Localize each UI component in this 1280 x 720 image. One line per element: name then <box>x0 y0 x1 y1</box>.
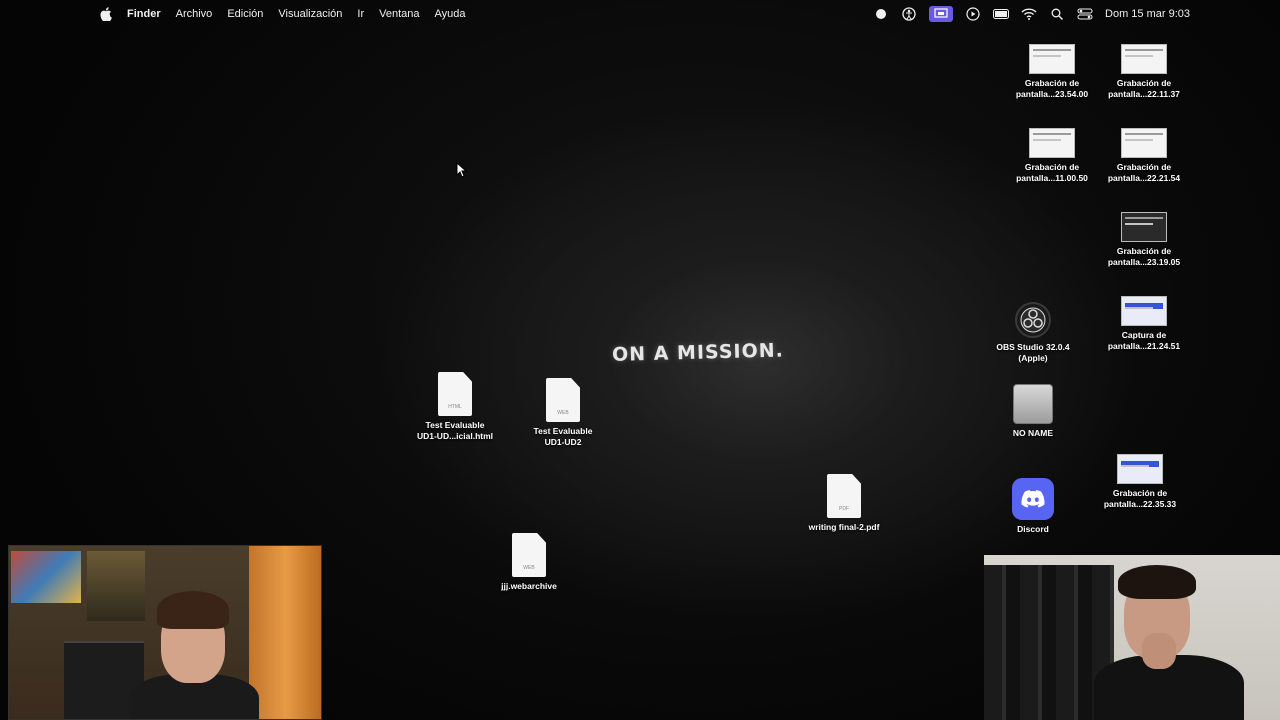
webcam-overlay-left <box>8 545 322 720</box>
menu-archivo[interactable]: Archivo <box>176 8 213 20</box>
accessibility-icon[interactable] <box>901 6 917 21</box>
web-document-icon: WEB <box>546 378 580 422</box>
desktop-file-screenshot-1[interactable]: Grabación de pantalla...23.54.00 <box>1002 44 1102 100</box>
wallpaper-text: ON A MISSION. <box>611 339 785 366</box>
desktop-app-discord[interactable]: Discord <box>983 478 1083 535</box>
web-document-icon: WEB <box>512 533 546 577</box>
screen-recording-thumbnail <box>1029 128 1075 158</box>
menu-ir[interactable]: Ir <box>357 8 364 20</box>
menu-visualizacion[interactable]: Visualización <box>278 8 342 20</box>
search-icon[interactable] <box>1049 7 1065 21</box>
screenshot-thumbnail <box>1121 296 1167 326</box>
play-icon[interactable] <box>965 6 981 21</box>
screen-recording-thumbnail <box>1121 128 1167 158</box>
screen-recording-thumbnail <box>1117 454 1163 484</box>
menu-bar: Finder Archivo Edición Visualización Ir … <box>0 0 1280 27</box>
desktop-app-obs-studio[interactable]: OBS Studio 32.0.4 (Apple) <box>983 302 1083 364</box>
person-hair <box>157 591 229 629</box>
wifi-icon[interactable] <box>1021 7 1037 21</box>
control-center-icon[interactable] <box>1077 7 1093 21</box>
desktop-file-test-html[interactable]: HTML Test Evaluable UD1-UD...icial.html <box>405 372 505 442</box>
desktop-file-jjj-webarchive[interactable]: WEB jjj.webarchive <box>479 533 579 592</box>
obs-studio-icon <box>1015 302 1051 338</box>
desktop-file-screenshot-3[interactable]: Grabación de pantalla...11.00.50 <box>1002 128 1102 184</box>
screen-recording-thumbnail <box>1029 44 1075 74</box>
person-hair <box>1118 565 1196 599</box>
desktop-file-screenshot-4[interactable]: Grabación de pantalla...22.21.54 <box>1094 128 1194 184</box>
apple-menu-icon[interactable] <box>100 6 112 21</box>
desktop-drive-no-name[interactable]: NO NAME <box>983 384 1083 439</box>
external-drive-icon <box>1013 384 1053 424</box>
pdf-document-icon: PDF <box>827 474 861 518</box>
screen-mirroring-icon[interactable] <box>929 5 954 22</box>
desktop-file-writing-pdf[interactable]: PDF writing final-2.pdf <box>794 474 894 533</box>
screen-recording-thumbnail <box>1121 44 1167 74</box>
poster <box>87 551 145 621</box>
screen-recording-thumbnail <box>1121 212 1167 242</box>
webcam-overlay-right <box>984 555 1280 720</box>
discord-icon <box>1012 478 1054 520</box>
desktop[interactable]: ON A MISSION. Finder Archivo Edición Vis… <box>0 0 1280 720</box>
battery-icon[interactable] <box>993 7 1010 21</box>
menubar-clock[interactable]: Dom 15 mar 9:03 <box>1105 8 1190 20</box>
menu-edicion[interactable]: Edición <box>227 8 263 20</box>
curtain <box>249 546 321 719</box>
record-icon[interactable] <box>873 7 889 21</box>
person-hand <box>1142 633 1176 669</box>
html-document-icon: HTML <box>438 372 472 416</box>
desktop-file-screenshot-5[interactable]: Grabación de pantalla...23.19.05 <box>1094 212 1194 268</box>
desktop-file-capture[interactable]: Captura de pantalla...21.24.51 <box>1094 296 1194 352</box>
poster <box>11 551 81 603</box>
mouse-cursor-icon <box>456 161 468 178</box>
desktop-file-test-web[interactable]: WEB Test Evaluable UD1-UD2 <box>513 378 613 448</box>
desktop-file-screenshot-2[interactable]: Grabación de pantalla...22.11.37 <box>1094 44 1194 100</box>
menu-ayuda[interactable]: Ayuda <box>435 8 466 20</box>
menu-ventana[interactable]: Ventana <box>379 8 419 20</box>
desktop-file-screenshot-6[interactable]: Grabación de pantalla...22.35.33 <box>1090 454 1190 510</box>
menu-app-name[interactable]: Finder <box>127 8 161 20</box>
